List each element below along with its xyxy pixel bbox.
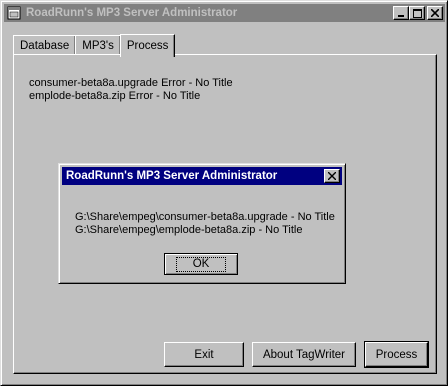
close-button[interactable] (427, 6, 443, 20)
tab-mp3s[interactable]: MP3's (75, 35, 121, 55)
tab-process[interactable]: Process (119, 34, 176, 57)
close-icon (328, 172, 336, 180)
log-line: consumer-beta8a.upgrade Error - No Title (29, 77, 233, 89)
about-tagwriter-button[interactable]: About TagWriter (252, 342, 356, 367)
dialog-message-line: G:\Share\empeg\consumer-beta8a.upgrade -… (75, 211, 335, 223)
tab-strip: Database MP3's Process (13, 33, 176, 57)
dialog-title: RoadRunn's MP3 Server Administrator (66, 170, 278, 182)
dialog-close-button[interactable] (324, 169, 340, 183)
ok-button[interactable]: OK (164, 253, 238, 275)
ok-button-label: OK (175, 256, 227, 272)
log-line: emplode-beta8a.zip Error - No Title (29, 90, 201, 102)
tab-database[interactable]: Database (13, 35, 77, 55)
maximize-button[interactable] (409, 6, 425, 20)
main-window-title: RoadRunn's MP3 Server Administrator (26, 7, 238, 19)
exit-button[interactable]: Exit (164, 342, 244, 367)
dialog-titlebar[interactable]: RoadRunn's MP3 Server Administrator (62, 167, 342, 185)
app-icon[interactable] (7, 6, 21, 20)
process-button[interactable]: Process (364, 341, 429, 368)
dialog-message: G:\Share\empeg\consumer-beta8a.upgrade -… (75, 211, 335, 237)
dialog-message-line: G:\Share\empeg\emplode-beta8a.zip - No T… (75, 224, 303, 236)
minimize-button[interactable] (393, 6, 409, 20)
process-log: consumer-beta8a.upgrade Error - No Title… (29, 77, 233, 103)
main-titlebar[interactable]: RoadRunn's MP3 Server Administrator (4, 4, 445, 22)
message-dialog: RoadRunn's MP3 Server Administrator G:\S… (58, 163, 346, 284)
